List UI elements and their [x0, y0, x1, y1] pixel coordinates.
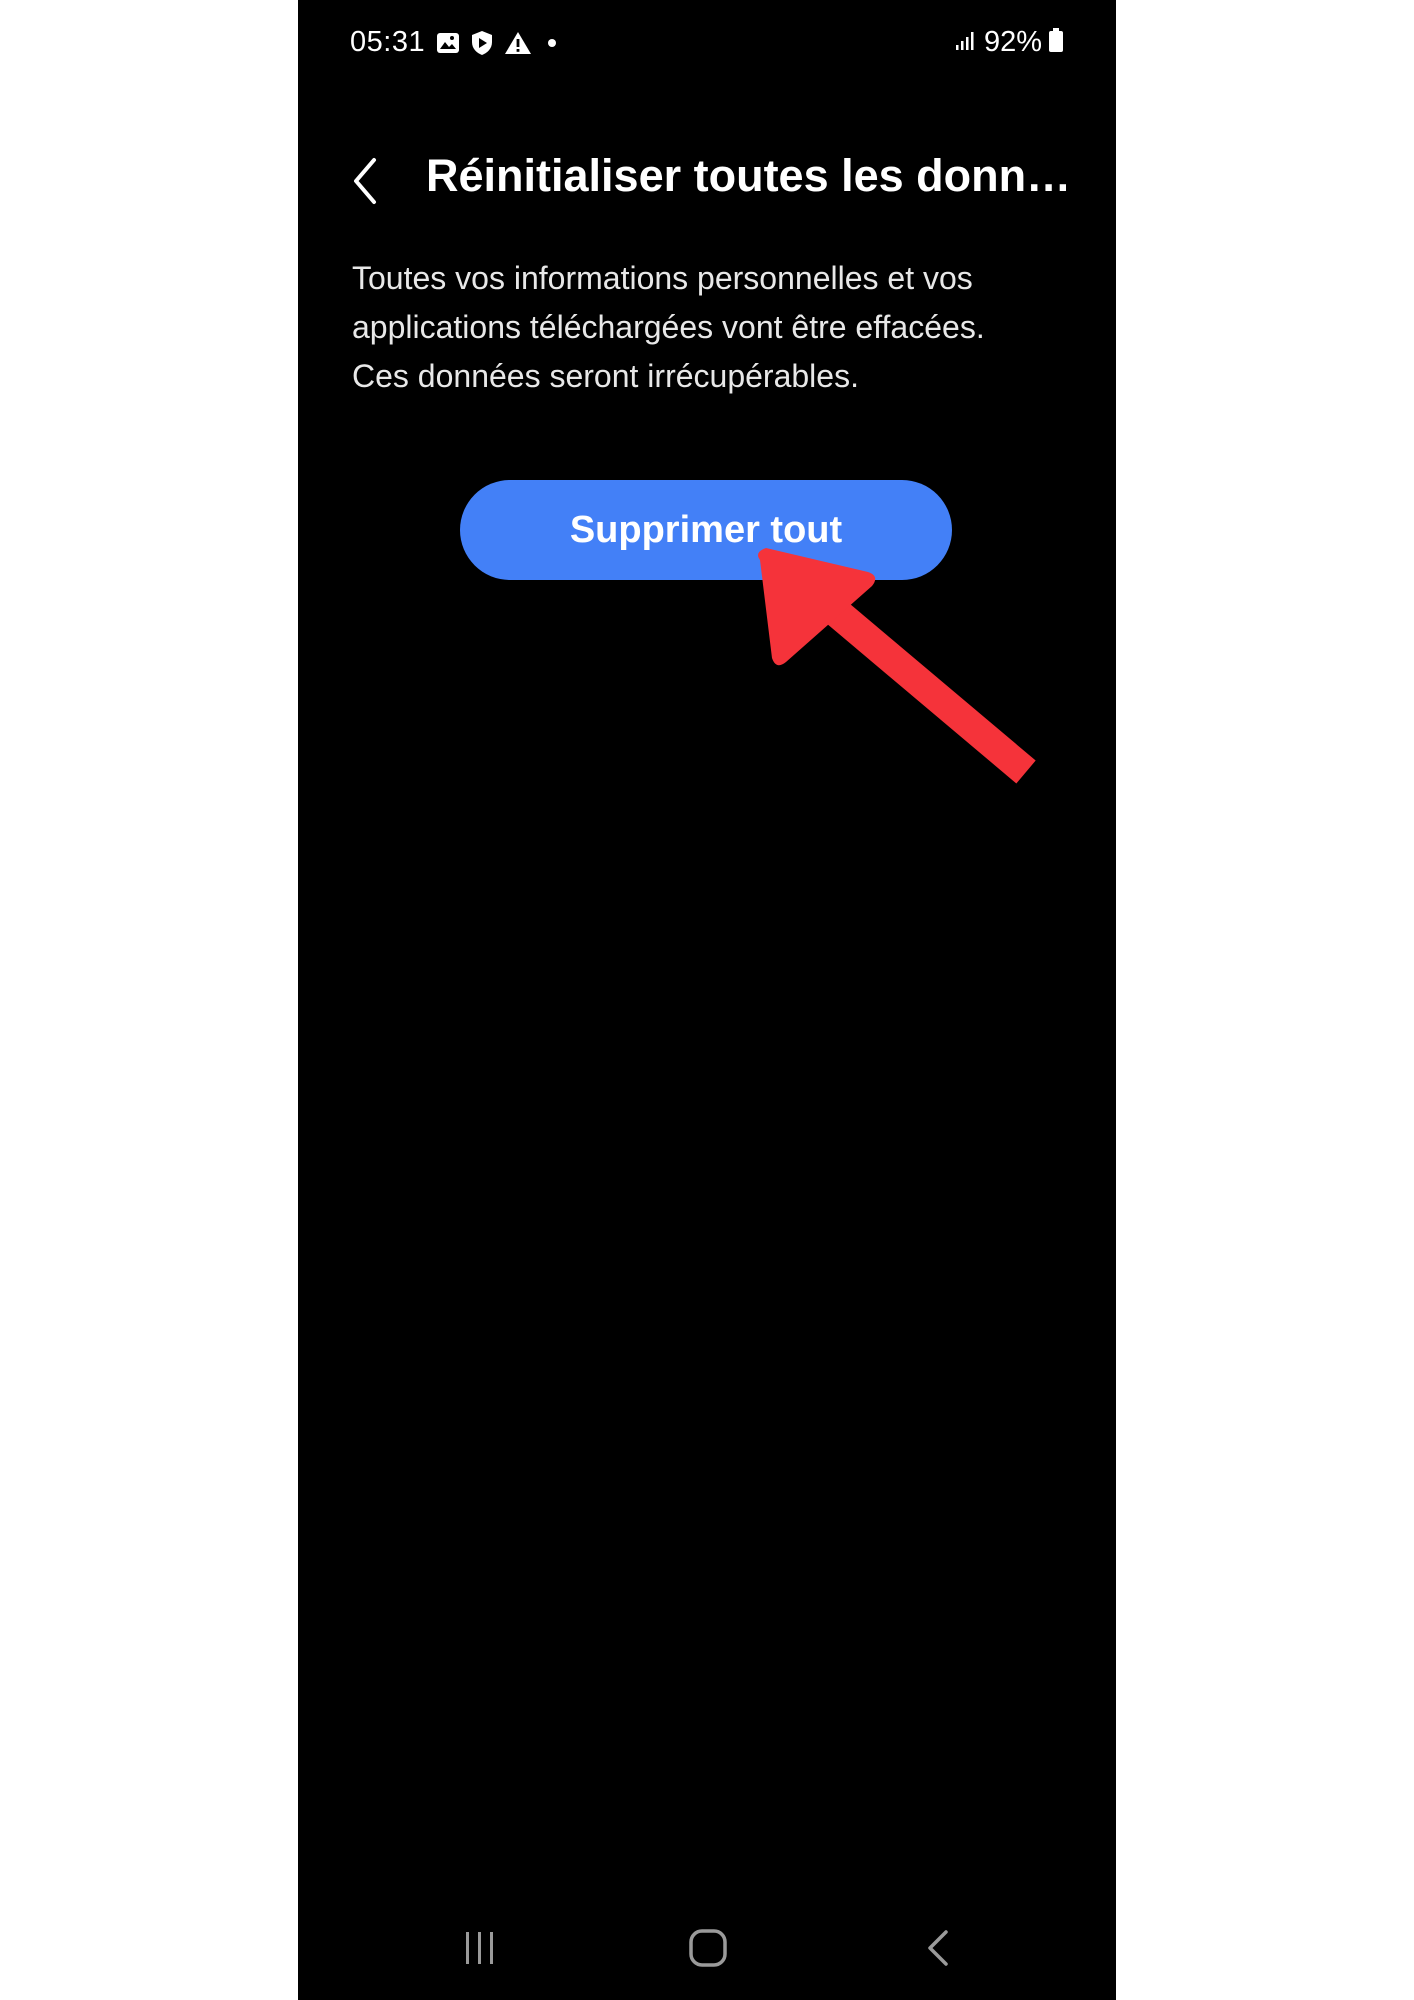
phone-screen: 05:31 92% Réinitialiser toutes les donn……: [298, 0, 1116, 2000]
shield-play-icon: [470, 30, 494, 56]
back-button[interactable]: [346, 154, 386, 208]
description-line: Toutes vos informations personnelles et …: [352, 260, 973, 296]
warning-icon: [504, 31, 532, 55]
signal-icon: [954, 28, 978, 57]
notification-icons: [436, 30, 562, 56]
navigation-bar: [298, 1900, 1116, 2000]
status-right: 92%: [954, 26, 1064, 59]
gallery-icon: [436, 31, 460, 55]
description-line: Ces données seront irrécupérables.: [352, 358, 859, 394]
dot-icon: [542, 31, 562, 55]
description-text: Toutes vos informations personnelles et …: [352, 254, 1072, 401]
chevron-left-icon: [346, 158, 386, 212]
status-bar: 05:31 92%: [298, 0, 1116, 90]
home-button[interactable]: [688, 1926, 728, 1970]
nav-back-button[interactable]: [918, 1926, 958, 1970]
status-time: 05:31: [350, 26, 426, 58]
battery-percent: 92%: [983, 26, 1042, 58]
description-line: applications téléchargées vont être effa…: [352, 309, 985, 345]
battery-icon: [1048, 27, 1064, 58]
recents-icon: [460, 1932, 500, 1974]
header: Réinitialiser toutes les donn…: [298, 140, 1116, 220]
home-icon: [688, 1929, 728, 1974]
back-icon: [918, 1930, 958, 1974]
page-title: Réinitialiser toutes les donn…: [426, 150, 1066, 201]
delete-all-button[interactable]: Supprimer tout: [460, 480, 952, 580]
recents-button[interactable]: [460, 1926, 500, 1970]
red-arrow-annotation: [758, 548, 1036, 784]
